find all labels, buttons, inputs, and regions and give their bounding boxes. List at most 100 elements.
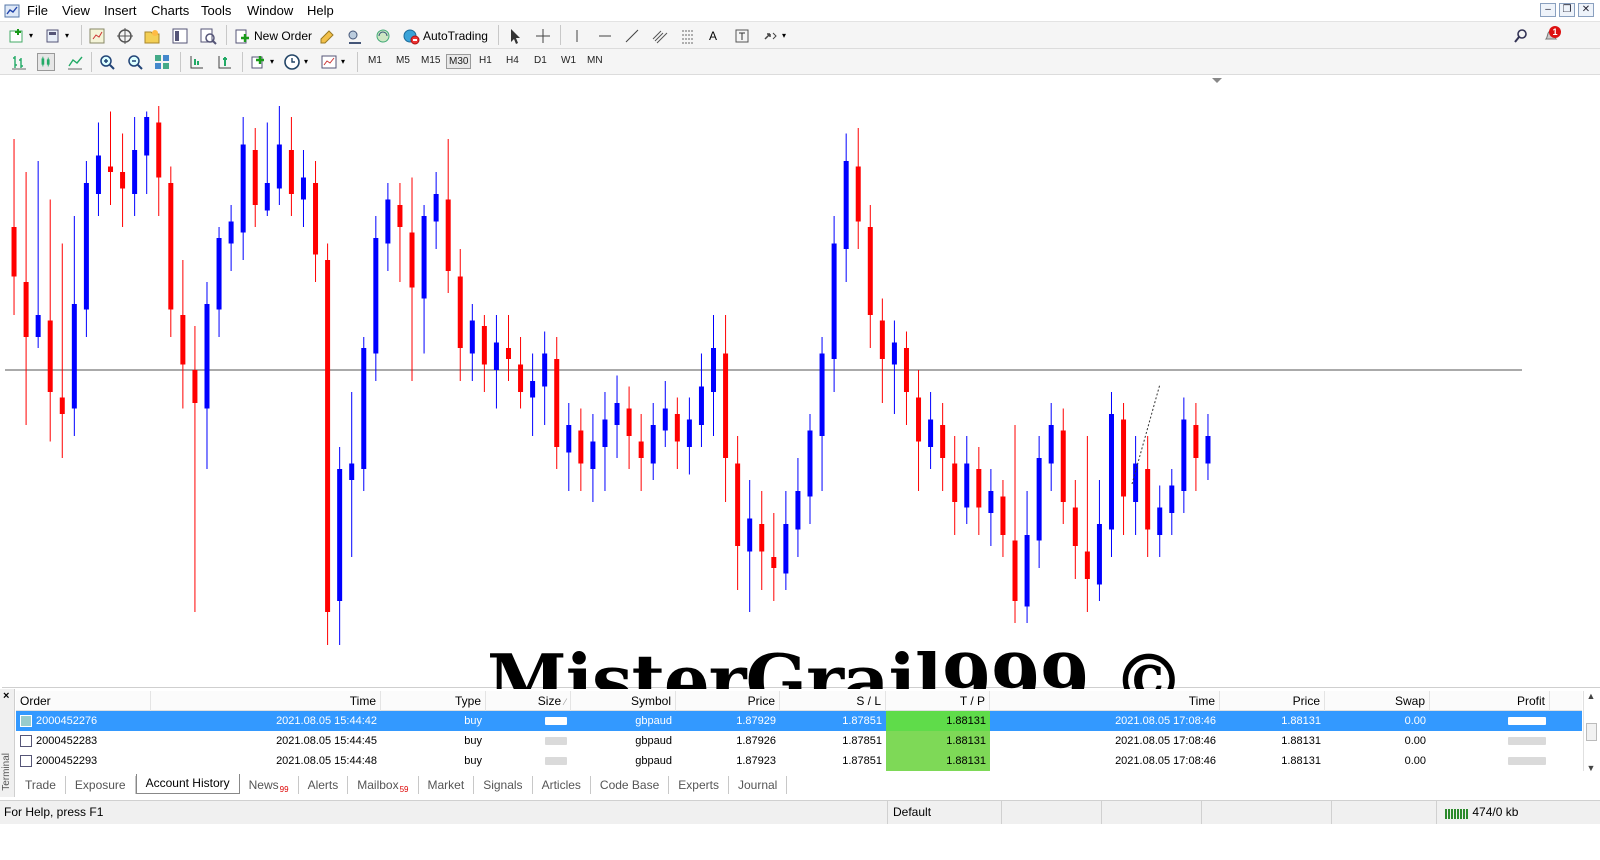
tab-account-history[interactable]: Account History [135, 774, 240, 794]
col-swap[interactable]: Swap [1325, 691, 1430, 711]
col-size[interactable]: Size ⁄ [486, 691, 571, 711]
bar-chart-icon[interactable] [10, 53, 28, 71]
tab-alerts[interactable]: Alerts [299, 776, 349, 794]
data-window-icon[interactable] [116, 27, 134, 45]
candle [493, 315, 499, 409]
timeframe-m5[interactable]: M5 [394, 54, 412, 67]
tab-news[interactable]: News99 [240, 776, 299, 794]
tab-experts[interactable]: Experts [669, 776, 729, 794]
tab-trade[interactable]: Trade [16, 776, 66, 794]
metaeditor-icon[interactable] [318, 27, 336, 45]
table-row[interactable]: 2000452276 2021.08.05 15:44:42 buy gbpau… [16, 711, 1582, 731]
candle [1000, 480, 1006, 557]
table-row[interactable]: 2000452293 2021.08.05 15:44:48 buy gbpau… [16, 751, 1582, 771]
timeframe-m1[interactable]: M1 [366, 54, 384, 67]
navigator-icon[interactable] [143, 27, 161, 45]
candlestick-chart[interactable] [2, 76, 1600, 688]
tab-articles[interactable]: Articles [533, 776, 591, 794]
col-sl[interactable]: S / L [780, 691, 886, 711]
timeframe-m15[interactable]: M15 [419, 54, 442, 67]
tile-windows-icon[interactable] [153, 53, 171, 71]
candle [11, 139, 17, 315]
col-order[interactable]: Order [16, 691, 151, 711]
fibonacci-icon[interactable] [679, 27, 697, 45]
candle [819, 337, 825, 491]
close-time: 2021.08.05 17:08:46 [1115, 715, 1216, 727]
candle [1145, 436, 1151, 557]
new-order-button[interactable]: New Order [233, 26, 312, 45]
market-watch-icon[interactable] [88, 27, 106, 45]
indicators-dropdown[interactable]: ▾ [249, 52, 274, 71]
crosshair-icon[interactable] [534, 27, 552, 45]
trendline-icon[interactable] [623, 27, 641, 45]
col-profit[interactable]: Profit [1430, 691, 1550, 711]
equidistant-channel-icon[interactable] [651, 27, 669, 45]
line-chart-icon[interactable] [66, 53, 84, 71]
auto-scroll-icon[interactable] [215, 53, 233, 71]
close-window-button[interactable]: ✕ [1578, 3, 1594, 17]
templates-dropdown[interactable]: ▾ [320, 52, 345, 71]
col-symbol[interactable]: Symbol [571, 691, 676, 711]
timeframe-d1[interactable]: D1 [532, 54, 549, 67]
candle [156, 106, 162, 216]
table-scrollbar[interactable]: ▲ ▼ [1583, 691, 1598, 773]
scroll-down-icon[interactable]: ▼ [1584, 763, 1598, 775]
candlestick-chart-icon[interactable] [37, 53, 55, 71]
col-price[interactable]: Price [676, 691, 780, 711]
menu-window[interactable]: Window [247, 3, 293, 18]
periods-dropdown[interactable]: ▾ [283, 52, 308, 71]
col-close-price[interactable]: Price [1220, 691, 1325, 711]
tab-mailbox[interactable]: Mailbox59 [348, 776, 419, 794]
col-tp[interactable]: T / P [886, 691, 990, 711]
tab-journal[interactable]: Journal [729, 776, 788, 794]
text-tool-icon[interactable]: A [709, 29, 717, 43]
timeframe-h1[interactable]: H1 [477, 54, 494, 67]
chart-shift-icon[interactable] [187, 53, 205, 71]
timeframe-h4[interactable]: H4 [504, 54, 521, 67]
autotrading-button[interactable]: AutoTrading [402, 26, 488, 45]
timeframe-w1[interactable]: W1 [559, 54, 578, 67]
col-close-time[interactable]: Time [990, 691, 1220, 711]
search-icon[interactable] [1512, 27, 1530, 45]
status-connection[interactable]: 474/0 kb [1437, 801, 1600, 824]
cursor-icon[interactable] [506, 27, 524, 45]
arrows-dropdown[interactable]: ▾ [761, 26, 786, 45]
tab-code-base[interactable]: Code Base [591, 776, 670, 794]
menu-file[interactable]: File [27, 3, 48, 18]
terminal-icon[interactable] [171, 27, 189, 45]
menu-view[interactable]: View [62, 3, 90, 18]
notifications-button[interactable]: 1 [1542, 26, 1561, 44]
table-row[interactable]: 2000452283 2021.08.05 15:44:45 buy gbpau… [16, 731, 1582, 751]
timeframe-m30[interactable]: M30 [446, 54, 472, 69]
tab-market[interactable]: Market [419, 776, 475, 794]
col-time[interactable]: Time [151, 691, 381, 711]
close-terminal-icon[interactable]: × [3, 690, 9, 702]
zoom-out-icon[interactable] [126, 53, 144, 71]
stop-loss: 1.87851 [842, 755, 882, 767]
redacted-size [545, 737, 567, 746]
chart-shift-marker-icon[interactable] [1212, 78, 1222, 83]
menu-help[interactable]: Help [307, 3, 334, 18]
menu-insert[interactable]: Insert [104, 3, 137, 18]
text-label-icon[interactable] [733, 27, 751, 45]
strategy-tester-icon[interactable] [199, 27, 217, 45]
minimize-button[interactable]: – [1540, 3, 1556, 17]
scroll-thumb[interactable] [1585, 723, 1597, 741]
vertical-line-icon[interactable] [568, 27, 586, 45]
vps-icon[interactable] [374, 27, 392, 45]
zoom-in-icon[interactable] [98, 53, 116, 71]
price-chart[interactable]: MisterGrail999 © [2, 76, 1600, 723]
restore-button[interactable]: ❐ [1559, 3, 1575, 17]
horizontal-line-icon[interactable] [596, 27, 614, 45]
scroll-up-icon[interactable]: ▲ [1584, 691, 1598, 703]
menu-tools[interactable]: Tools [201, 3, 231, 18]
new-chart-button[interactable]: ▾ [8, 26, 33, 45]
profiles-button[interactable]: ▾ [44, 26, 69, 45]
timeframe-mn[interactable]: MN [585, 54, 605, 67]
candle [1205, 414, 1211, 480]
signals-icon[interactable] [346, 27, 364, 45]
tab-signals[interactable]: Signals [474, 776, 533, 794]
col-type[interactable]: Type [381, 691, 486, 711]
menu-charts[interactable]: Charts [151, 3, 189, 18]
tab-exposure[interactable]: Exposure [66, 776, 136, 794]
